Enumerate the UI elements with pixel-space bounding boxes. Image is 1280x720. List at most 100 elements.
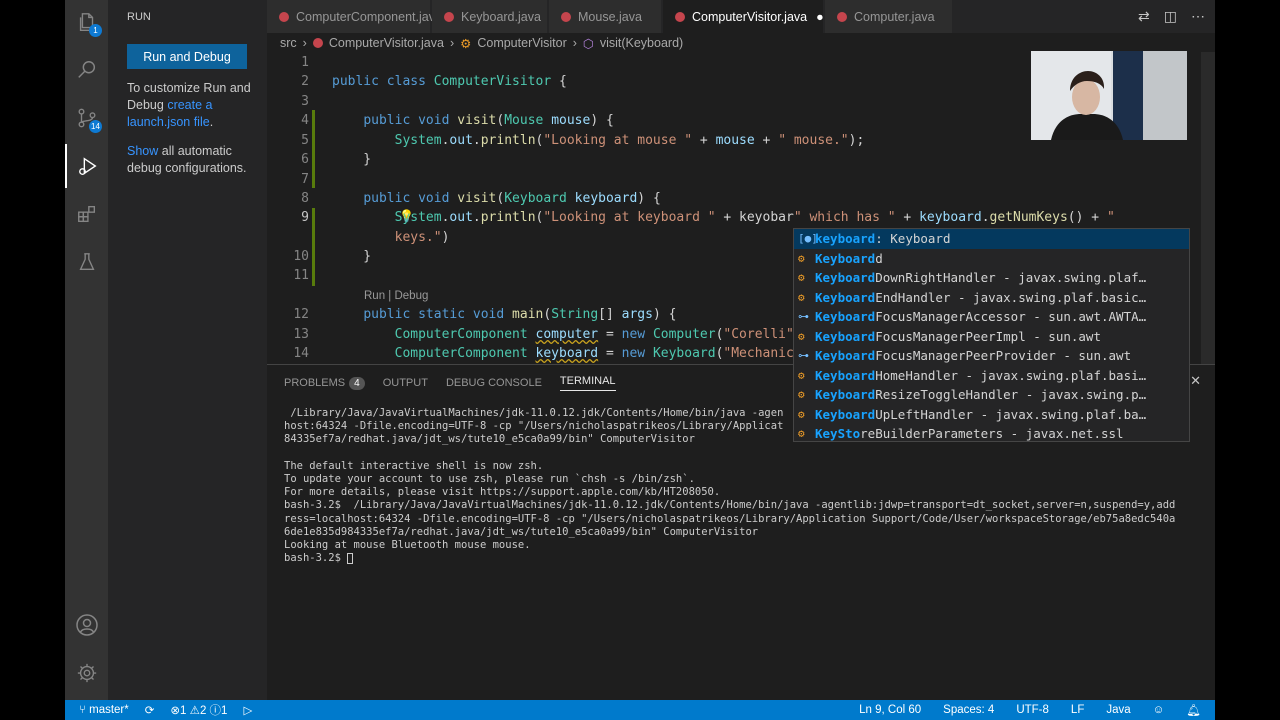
terminal-line: ress=localhost:64324 -Dfile.encoding=UTF… bbox=[284, 512, 1176, 525]
suggestion-rest: reBuilderParameters - javax.net.ssl bbox=[860, 426, 1124, 442]
compare-changes-icon[interactable]: ⇄ bbox=[1138, 8, 1150, 25]
branch-status[interactable]: ⑂ master* bbox=[79, 704, 129, 716]
extensions-icon[interactable] bbox=[65, 192, 108, 236]
terminal-line: Looking at mouse Bluetooth mouse mouse. bbox=[284, 539, 531, 552]
error-icon: ⊗ bbox=[170, 705, 181, 717]
suggestion-item[interactable]: ⚙ Keyboard EndHandler - javax.swing.plaf.b… bbox=[794, 288, 1189, 308]
run-debug-icon[interactable] bbox=[65, 144, 108, 188]
suggestion-rest: ResizeToggleHandler - javax.swing.p… bbox=[875, 387, 1147, 403]
warning-count: 2 bbox=[199, 705, 207, 717]
tab-debug-console[interactable]: DEBUG CONSOLE bbox=[446, 377, 542, 389]
feedback-icon[interactable]: ☺ bbox=[1153, 704, 1165, 716]
more-actions-icon[interactable]: ⋯ bbox=[1191, 8, 1205, 25]
suggestion-item[interactable]: ⚙ Keyboard FocusManagerPeerImpl - sun.awt bbox=[794, 327, 1189, 347]
suggestion-match: Keyboard bbox=[815, 348, 876, 364]
chevron-right-icon: › bbox=[302, 36, 307, 50]
suggestion-item[interactable]: ⚙ Keyboard UpLeftHandler - javax.swing.pla… bbox=[794, 405, 1189, 425]
editor-scrollbar[interactable] bbox=[1201, 52, 1215, 364]
run-icon[interactable]: ▷ bbox=[243, 703, 252, 717]
tab-computer-visitor[interactable]: ComputerVisitor.java ● bbox=[663, 0, 824, 33]
terminal-line: 6de1e835d984335ef7a/redhat.java/jdt_ws/t… bbox=[284, 525, 759, 538]
class-icon: ⚙ bbox=[798, 271, 805, 285]
source-control-icon[interactable]: 14 bbox=[65, 96, 108, 140]
explorer-icon[interactable]: 1 bbox=[65, 0, 108, 44]
terminal-cursor bbox=[347, 552, 354, 564]
unsaved-dot-icon[interactable]: ● bbox=[816, 10, 824, 24]
branch-name: master* bbox=[89, 704, 129, 716]
class-icon: ⚙ bbox=[798, 329, 805, 343]
java-file-icon bbox=[312, 38, 323, 48]
run-and-debug-button[interactable]: Run and Debug bbox=[127, 44, 247, 69]
tab-label: Computer.java bbox=[854, 9, 935, 24]
explorer-badge: 1 bbox=[89, 24, 102, 37]
tab-computer-component[interactable]: ComputerComponent.java bbox=[267, 0, 442, 33]
breadcrumb-file[interactable]: ComputerVisitor.java bbox=[329, 36, 444, 50]
source-control-badge: 14 bbox=[89, 120, 102, 133]
account-icon[interactable] bbox=[65, 603, 108, 647]
close-panel-icon[interactable]: ✕ bbox=[1190, 373, 1201, 389]
breadcrumb-method[interactable]: visit(Keyboard) bbox=[600, 36, 683, 50]
show-link[interactable]: Show bbox=[127, 144, 158, 158]
testing-icon[interactable] bbox=[65, 240, 108, 284]
cursor-position[interactable]: Ln 9, Col 60 bbox=[859, 704, 921, 716]
class-icon: ⚙ bbox=[798, 427, 805, 441]
tab-problems[interactable]: PROBLEMS 4 bbox=[284, 377, 365, 390]
line-number: 5 bbox=[301, 133, 309, 148]
tab-keyboard[interactable]: Keyboard.java bbox=[432, 0, 548, 33]
eol-status[interactable]: LF bbox=[1071, 704, 1084, 716]
line-number: 7 bbox=[301, 172, 309, 187]
code-line: System.out.println("Looking at keyboard … bbox=[394, 210, 1115, 225]
tab-computer[interactable]: Computer.java bbox=[825, 0, 953, 33]
notifications-bell-icon[interactable]: 🔔︎ bbox=[1186, 703, 1201, 717]
tab-mouse[interactable]: Mouse.java bbox=[549, 0, 662, 33]
suggestion-item[interactable]: ⚙ Keyboard ResizeToggleHandler - javax.swi… bbox=[794, 385, 1189, 405]
suggestion-item[interactable]: ⚙ KeySto reBuilderParameters - javax.net.s… bbox=[794, 424, 1189, 444]
code-line: public void visit(Mouse mouse) { bbox=[363, 113, 614, 128]
suggestion-item[interactable]: ⚙ Keyboard d bbox=[794, 249, 1189, 269]
activity-bar: 1 14 bbox=[65, 0, 108, 700]
git-modified-gutter bbox=[312, 208, 315, 286]
encoding-status[interactable]: UTF-8 bbox=[1016, 704, 1049, 716]
line-number: 4 bbox=[301, 113, 309, 128]
suggestion-match: Keyboard bbox=[815, 309, 876, 325]
interface-icon: ⊶ bbox=[798, 349, 809, 363]
tab-terminal[interactable]: TERMINAL bbox=[559, 375, 616, 391]
terminal-line: The default interactive shell is now zsh… bbox=[284, 459, 544, 472]
java-file-icon bbox=[279, 11, 289, 22]
tab-label: ComputerComponent.java bbox=[296, 9, 442, 24]
terminal-prompt-line: bash-3.2$ bbox=[284, 552, 1209, 565]
suggestion-item[interactable]: [●] keyboard : Keyboard bbox=[794, 229, 1189, 249]
run-debug-codelens[interactable]: Run | Debug bbox=[364, 290, 428, 302]
suggestion-rest: d bbox=[875, 250, 883, 266]
split-editor-icon[interactable]: ◫ bbox=[1164, 8, 1177, 25]
autocomplete-widget[interactable]: [●] keyboard : Keyboard ⚙ Keyboard d ⚙ Keybo… bbox=[793, 228, 1190, 442]
editor-actions: ⇄ ◫ ⋯ bbox=[1138, 8, 1205, 25]
sync-icon[interactable]: ⟳ bbox=[145, 703, 155, 717]
tab-label: Keyboard.java bbox=[461, 9, 541, 24]
suggestion-item[interactable]: ⚙ Keyboard HomeHandler - javax.swing.plaf.… bbox=[794, 366, 1189, 386]
tab-output[interactable]: OUTPUT bbox=[383, 377, 428, 389]
breadcrumb-class[interactable]: ComputerVisitor bbox=[477, 36, 566, 50]
suggestion-item[interactable]: ⊶ Keyboard FocusManagerPeerProvider - sun.… bbox=[794, 346, 1189, 366]
line-number: 12 bbox=[293, 307, 309, 322]
language-mode[interactable]: Java bbox=[1106, 704, 1130, 716]
class-icon: ⚙ bbox=[460, 36, 472, 51]
suggestion-item[interactable]: ⚙ Keyboard DownRightHandler - javax.swing.… bbox=[794, 268, 1189, 288]
error-count: 1 bbox=[180, 705, 187, 717]
settings-gear-icon[interactable] bbox=[65, 651, 108, 695]
suggestion-rest: FocusManagerPeerImpl - sun.awt bbox=[875, 328, 1101, 344]
indentation-status[interactable]: Spaces: 4 bbox=[943, 704, 994, 716]
java-file-icon bbox=[444, 11, 454, 22]
suggestion-match: Keyboard bbox=[815, 250, 876, 266]
problems-count-badge: 4 bbox=[349, 377, 365, 390]
breadcrumb-src[interactable]: src bbox=[280, 36, 297, 50]
interface-icon: ⊶ bbox=[798, 310, 809, 324]
class-icon: ⚙ bbox=[798, 290, 805, 304]
suggestion-item[interactable]: ⊶ Keyboard FocusManagerAccessor - sun.awt.… bbox=[794, 307, 1189, 327]
code-line: } bbox=[332, 249, 372, 264]
suggestion-match: Keyboard bbox=[815, 367, 876, 383]
search-icon[interactable] bbox=[65, 48, 108, 92]
info-icon: ⓘ bbox=[209, 705, 222, 717]
problems-status[interactable]: ⊗1 ⚠2 ⓘ1 bbox=[170, 702, 227, 718]
